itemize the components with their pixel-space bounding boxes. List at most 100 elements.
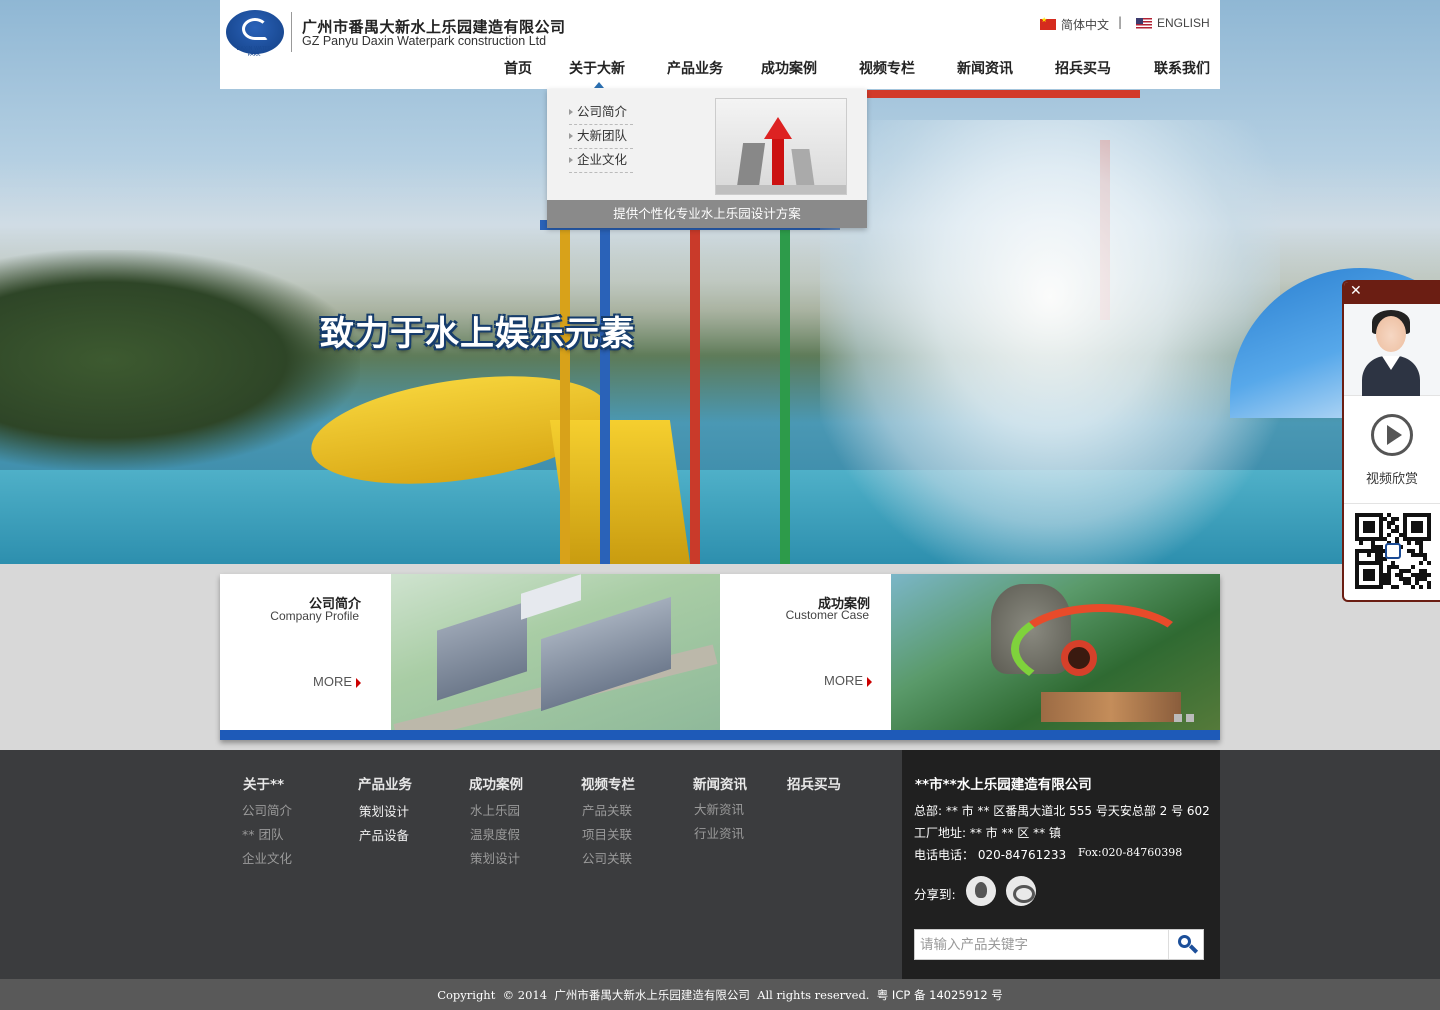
- nav-active-caret-icon: [594, 82, 604, 88]
- icp-number[interactable]: 粤 ICP 备 14025912 号: [877, 988, 1003, 1002]
- about-dropdown-menu: 公司简介 大新团队 企业文化 提供个性化专业水上乐园设计方案: [547, 89, 867, 228]
- qr-module: [1419, 561, 1423, 565]
- qr-module: [1427, 537, 1431, 541]
- site-header: DAXIN WATER PARK 广州市番禺大新水上乐园建造有限公司 GZ Pa…: [220, 0, 1220, 89]
- footer-link[interactable]: 行业资讯: [694, 823, 744, 842]
- side-service-widget: ✕ 视频欣赏: [1342, 280, 1440, 602]
- footer-col-recruit-title[interactable]: 招兵买马: [787, 773, 841, 793]
- copyright-prefix: Copyright © 2014: [437, 988, 555, 1002]
- footer-link[interactable]: 产品设备: [359, 825, 409, 844]
- copyright-rights: All rights reserved.: [749, 988, 877, 1002]
- video-watch-label: 视频欣赏: [1365, 472, 1418, 487]
- company-name-en: GZ Panyu Daxin Waterpark construction Lt…: [302, 34, 547, 48]
- play-icon: [1371, 414, 1413, 456]
- qr-module: [1371, 577, 1375, 581]
- nav-recruit[interactable]: 招兵买马: [1055, 58, 1111, 78]
- footer-link[interactable]: ** 团队: [242, 824, 283, 843]
- footer-link[interactable]: 温泉度假: [470, 824, 520, 843]
- hero-waterfall: [820, 120, 1280, 564]
- weibo-share-icon[interactable]: [1006, 876, 1036, 906]
- qq-share-icon[interactable]: [966, 876, 996, 906]
- search-button[interactable]: [1168, 930, 1203, 959]
- lang-switch-chinese[interactable]: 简体中文: [1040, 16, 1109, 33]
- contact-factory-address: 工厂地址: ** 市 ** 区 ** 镇: [914, 826, 1061, 840]
- footer-col-news-title[interactable]: 新闻资讯: [693, 773, 747, 793]
- logo-divider: [291, 12, 292, 52]
- feature-cases-more-link[interactable]: MORE: [824, 673, 872, 688]
- contact-fax: Fox:020-84760398: [1078, 846, 1183, 859]
- main-nav: 首页 关于大新 产品业务 成功案例 视频专栏 新闻资讯 招兵买马 联系我们: [220, 58, 1220, 80]
- qr-logo-icon: [1385, 543, 1401, 559]
- hero-palm-trees: [0, 250, 360, 470]
- dropdown-promo-image: [715, 98, 847, 195]
- carousel-dots: [1174, 714, 1194, 722]
- qr-module: [1427, 585, 1431, 589]
- nav-cases[interactable]: 成功案例: [761, 58, 817, 78]
- lang-separator: |: [1118, 15, 1123, 29]
- qr-module: [1359, 541, 1363, 545]
- feature-profile-more-link[interactable]: MORE: [313, 674, 361, 689]
- customer-service-avatar[interactable]: [1344, 304, 1440, 396]
- qr-module: [1427, 573, 1431, 577]
- footer-col-products-title[interactable]: 产品业务: [358, 773, 412, 793]
- close-icon[interactable]: ✕: [1350, 283, 1362, 299]
- lang-english-label: ENGLISH: [1157, 16, 1210, 30]
- more-label: MORE: [824, 673, 863, 688]
- footer-link[interactable]: 公司简介: [242, 800, 292, 819]
- qr-module: [1419, 585, 1423, 589]
- contact-hq-address: 总部: ** 市 ** 区番禺大道北 555 号天安总部 2 号 602: [914, 804, 1210, 818]
- video-watch-button[interactable]: 视频欣赏: [1344, 396, 1440, 504]
- lang-chinese-label: 简体中文: [1061, 18, 1110, 32]
- qr-module: [1411, 585, 1415, 589]
- side-widget-header: ✕: [1344, 282, 1440, 304]
- footer-col-videos-title[interactable]: 视频专栏: [581, 773, 635, 793]
- more-label: MORE: [313, 674, 352, 689]
- copyright-company: 广州市番禺大新水上乐园建造有限公司: [554, 988, 750, 1002]
- qr-module: [1387, 533, 1391, 537]
- feature-profile-image[interactable]: [391, 574, 720, 730]
- feature-panels: 公司简介 Company Profile MORE 成功案例 Customer …: [220, 574, 1220, 740]
- china-flag-icon: [1040, 16, 1056, 30]
- qr-module: [1379, 585, 1383, 589]
- footer-link[interactable]: 企业文化: [242, 848, 292, 867]
- qr-module: [1407, 541, 1411, 545]
- feature-cases-image[interactable]: [891, 574, 1220, 730]
- nav-products[interactable]: 产品业务: [667, 58, 723, 78]
- site-footer: 关于** 公司简介 ** 团队 企业文化 产品业务 策划设计 产品设备 成功案例…: [0, 750, 1440, 979]
- us-flag-icon: [1136, 17, 1152, 29]
- triangle-right-icon: [356, 677, 361, 688]
- feature-profile-subtitle: Company Profile: [270, 609, 359, 623]
- footer-link[interactable]: 产品关联: [582, 800, 632, 819]
- logo-subtext: DAXIN WATER PARK: [236, 46, 272, 58]
- qr-module: [1419, 529, 1423, 533]
- dropdown-item-team[interactable]: 大新团队: [569, 125, 633, 149]
- nav-news[interactable]: 新闻资讯: [957, 58, 1013, 78]
- hero-slogan: 致力于水上娱乐元素: [320, 314, 635, 354]
- qr-module: [1395, 517, 1399, 521]
- dropdown-item-profile[interactable]: 公司简介: [569, 101, 633, 125]
- qr-module: [1411, 565, 1415, 569]
- qr-code: [1354, 512, 1432, 592]
- footer-link[interactable]: 策划设计: [470, 848, 520, 867]
- footer-link[interactable]: 策划设计: [359, 801, 409, 820]
- nav-about[interactable]: 关于大新: [569, 58, 625, 78]
- triangle-right-icon: [867, 676, 872, 687]
- product-search-input[interactable]: [915, 930, 1167, 959]
- footer-col-about-title[interactable]: 关于**: [243, 773, 284, 793]
- share-label: 分享到:: [914, 887, 956, 902]
- footer-link[interactable]: 水上乐园: [470, 800, 520, 819]
- nav-contact[interactable]: 联系我们: [1154, 58, 1210, 78]
- qr-module: [1367, 553, 1371, 557]
- dropdown-item-culture[interactable]: 企业文化: [569, 149, 633, 173]
- footer-col-cases-title[interactable]: 成功案例: [469, 773, 523, 793]
- lang-switch-english[interactable]: ENGLISH: [1136, 16, 1210, 30]
- footer-link[interactable]: 公司关联: [582, 848, 632, 867]
- copyright-bar: Copyright © 2014 广州市番禺大新水上乐园建造有限公司 All r…: [0, 979, 1440, 1010]
- footer-link[interactable]: 大新资讯: [694, 799, 744, 818]
- nav-videos[interactable]: 视频专栏: [859, 58, 915, 78]
- feature-blue-bar: [220, 730, 1220, 740]
- footer-link[interactable]: 项目关联: [582, 824, 632, 843]
- qr-module: [1427, 561, 1431, 565]
- contact-phone: 电话电话： 020-84761233: [914, 848, 1067, 862]
- nav-home[interactable]: 首页: [504, 58, 532, 78]
